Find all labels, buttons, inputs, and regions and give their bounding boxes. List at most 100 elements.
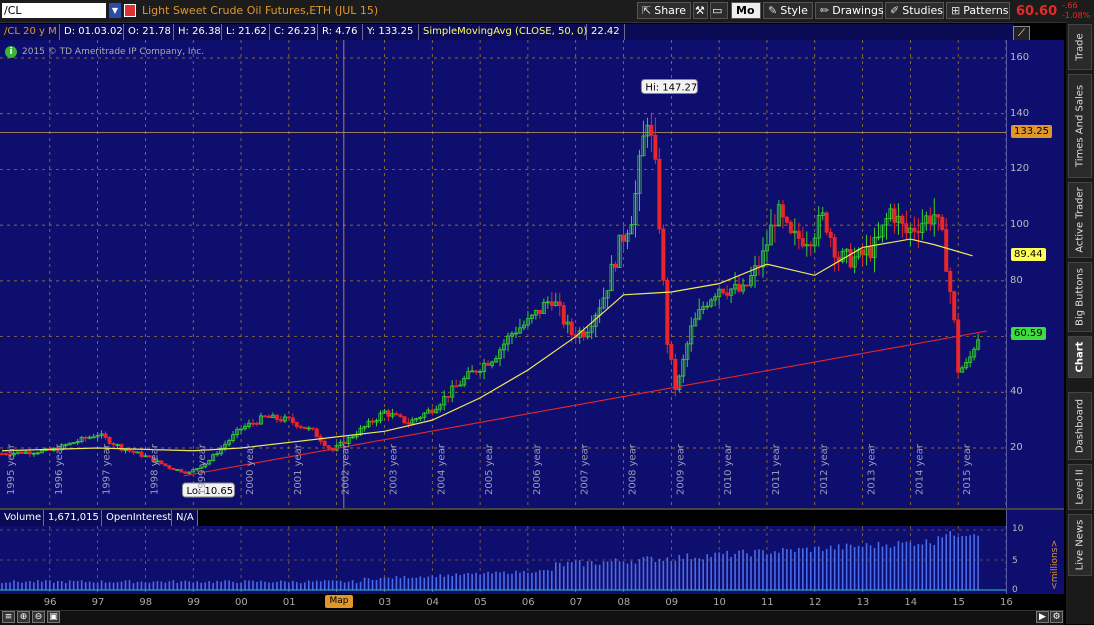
year-label: 2001 year xyxy=(293,443,304,495)
time-axis-label: 98 xyxy=(139,597,153,608)
drawings-label: Drawings xyxy=(832,4,884,17)
bar-high: H: 26.38 xyxy=(174,24,222,40)
zoom-out-icon[interactable]: ⊖ xyxy=(32,611,45,623)
share-label: Share xyxy=(654,4,686,17)
candle-body xyxy=(832,237,837,258)
candle-body xyxy=(298,426,303,428)
study-name[interactable]: SimpleMovingAvg (CLOSE, 50, 0) xyxy=(419,24,587,40)
open-interest-label: OpenInterest xyxy=(102,510,172,526)
bar-range: R: 4.76 xyxy=(318,24,363,40)
candle-body xyxy=(725,292,730,296)
tab-trade[interactable]: Trade xyxy=(1068,24,1092,70)
percent-change: -1.08% xyxy=(1062,11,1091,20)
candle-body xyxy=(784,216,789,223)
price-chart[interactable]: Hi: 147.27 Lo: 10.65 1995 year 1996 year 199… xyxy=(0,40,1006,508)
last-price: 60.60 xyxy=(1016,4,1058,19)
candle-body xyxy=(549,301,554,306)
candle-body xyxy=(944,229,949,272)
tab-active-trader[interactable]: Active Trader xyxy=(1068,182,1092,258)
time-axis-label: 16 xyxy=(1000,597,1013,608)
time-axis-label: 06 xyxy=(521,597,535,608)
candle-body xyxy=(808,244,813,247)
tool-button[interactable]: ⚒ xyxy=(693,2,708,19)
style-label: Style xyxy=(780,4,808,17)
candle-body xyxy=(107,437,112,444)
studies-button[interactable]: ✐ Studies xyxy=(885,2,944,19)
volume-chart[interactable] xyxy=(0,526,1006,594)
candle-body xyxy=(402,416,407,424)
pencil-icon: ✏ xyxy=(820,4,830,17)
zoom-fit-icon[interactable]: ▣ xyxy=(47,611,60,623)
candle-body xyxy=(394,413,399,416)
sma-price-badge: 89.44 xyxy=(1011,248,1046,261)
candle-body xyxy=(183,471,188,474)
patterns-button[interactable]: ⊞ Patterns xyxy=(946,2,1010,19)
time-axis-label: 15 xyxy=(952,597,965,608)
drawing-tool-icon[interactable]: ⟋ xyxy=(1013,26,1030,41)
symbol-link-icon[interactable] xyxy=(124,4,136,17)
style-button[interactable]: ✎ Style xyxy=(763,2,813,19)
share-button[interactable]: ⇱ Share xyxy=(637,2,691,19)
menu-icon[interactable]: ≡ xyxy=(2,611,15,623)
candle-body xyxy=(131,450,136,453)
share-icon: ⇱ xyxy=(642,4,652,17)
year-label: 1998 year xyxy=(149,443,160,495)
candle-body xyxy=(800,238,805,247)
price-tick-label: 20 xyxy=(1010,442,1023,453)
candle-body xyxy=(342,441,347,444)
candle-body xyxy=(912,227,917,232)
year-label: 2013 year xyxy=(867,443,878,495)
candle-body xyxy=(828,231,833,238)
sma-line xyxy=(1,238,973,452)
tab-live-news-label: Live News xyxy=(1074,519,1086,571)
volume-tick-10: 10 xyxy=(1012,524,1024,534)
year-label: 2015 year xyxy=(962,443,973,495)
tab-big-buttons[interactable]: Big Buttons xyxy=(1068,262,1092,332)
map-button[interactable]: Map xyxy=(325,595,353,608)
candle-body xyxy=(661,228,666,281)
year-label: 2005 year xyxy=(484,443,495,495)
volume-units: <millions> xyxy=(1050,540,1060,590)
year-label: 2014 year xyxy=(914,443,925,495)
time-axis-label: 03 xyxy=(378,597,392,608)
scroll-right-icon[interactable]: ▶ xyxy=(1036,611,1049,623)
tab-live-news[interactable]: Live News xyxy=(1068,514,1092,576)
volume-value: 1,671,015 xyxy=(44,510,102,526)
settings-icon[interactable]: ⚙ xyxy=(1050,611,1063,623)
candle-body xyxy=(581,330,586,338)
candle-body xyxy=(772,224,777,227)
candle-body xyxy=(721,288,726,294)
year-label: 2009 year xyxy=(675,443,686,495)
zoom-in-icon[interactable]: ⊕ xyxy=(17,611,30,623)
candle-body xyxy=(322,440,327,447)
year-label: 2010 year xyxy=(723,443,734,495)
tab-chart[interactable]: Chart xyxy=(1068,336,1092,378)
candle-body xyxy=(163,463,168,467)
symbol-period: /CL 20 y M xyxy=(0,24,60,40)
candle-body xyxy=(900,215,905,225)
candle-body xyxy=(788,221,793,234)
bottom-bar xyxy=(0,610,1064,625)
candle-body xyxy=(278,419,283,422)
tab-level-ii[interactable]: Level II xyxy=(1068,464,1092,510)
symbol-dropdown-icon[interactable]: ▼ xyxy=(109,3,121,18)
bar-date: D: 01.03.02 xyxy=(60,24,124,40)
candle-body xyxy=(649,124,654,136)
tab-dashboard[interactable]: Dashboard xyxy=(1068,392,1092,460)
time-axis-label: 01 xyxy=(282,597,296,608)
info-icon[interactable]: i xyxy=(5,46,17,58)
tab-times-and-sales[interactable]: Times And Sales xyxy=(1068,74,1092,178)
candle-body xyxy=(250,422,255,425)
tab-chart-label: Chart xyxy=(1074,341,1086,373)
drawings-button[interactable]: ✏ Drawings xyxy=(815,2,884,19)
candle-body xyxy=(613,263,618,268)
symbol-input[interactable]: /CL xyxy=(2,3,106,18)
candle-body xyxy=(294,422,299,427)
candle-body xyxy=(940,216,945,230)
mo-button[interactable]: Mo xyxy=(731,2,761,19)
candle-body xyxy=(868,246,873,258)
window-button[interactable]: ▭ xyxy=(710,2,728,19)
year-label: 2003 year xyxy=(388,443,399,495)
time-axis-label: 97 xyxy=(91,597,105,608)
price-tick-label: 40 xyxy=(1010,386,1023,398)
